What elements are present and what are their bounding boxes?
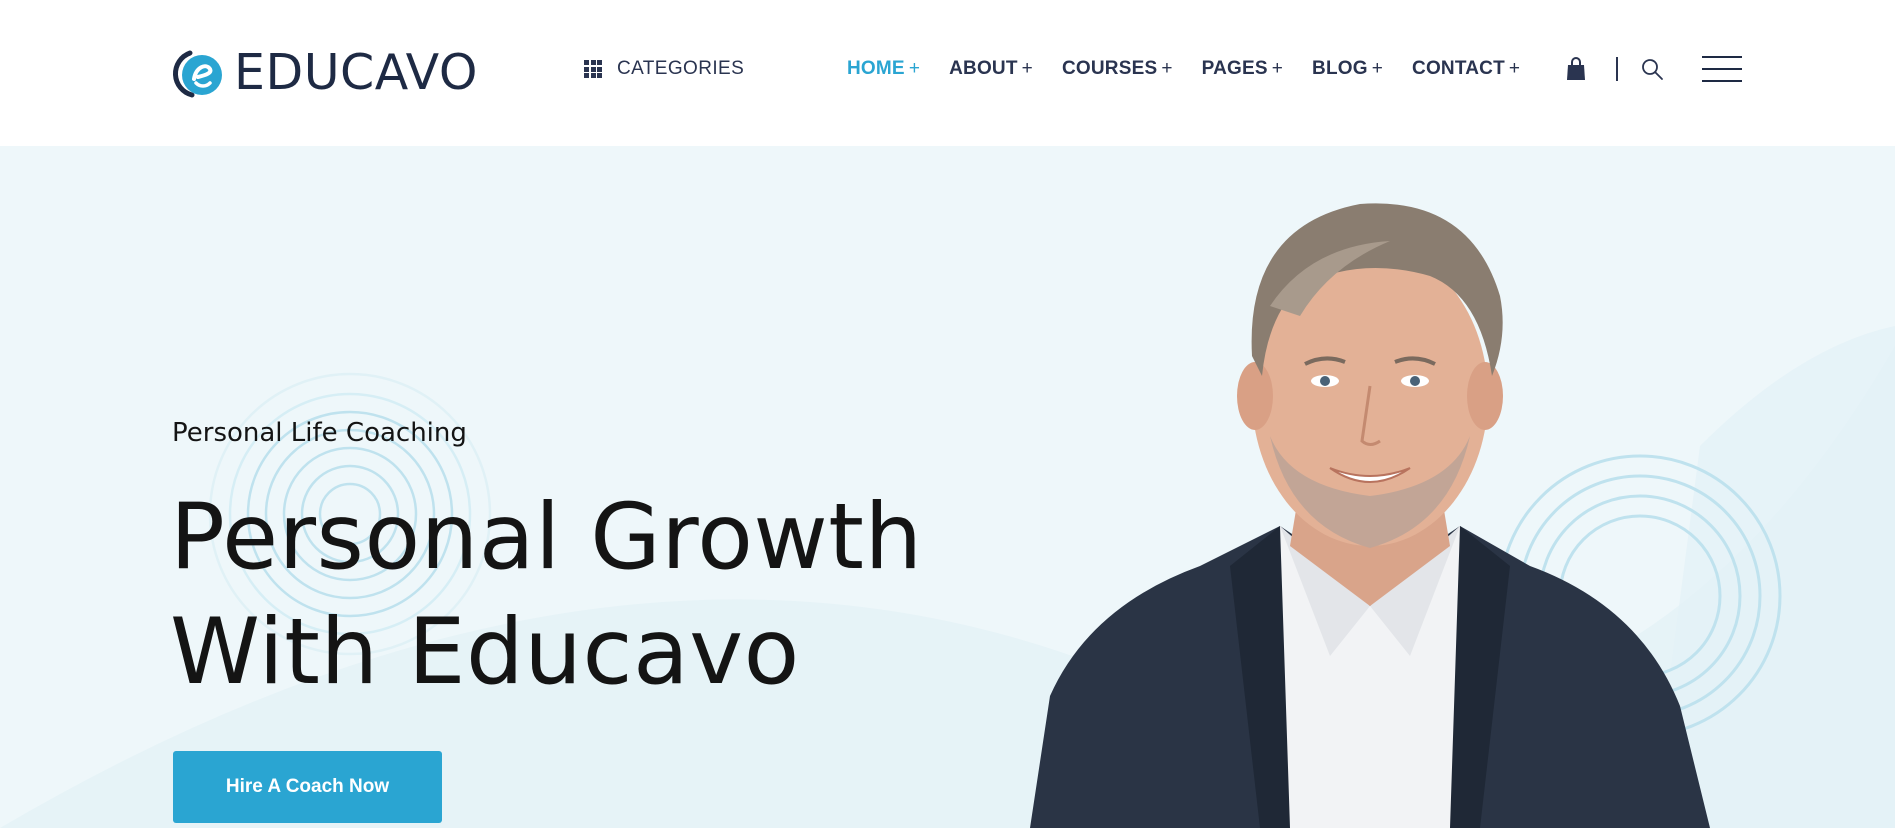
categories-label: CATEGORIES	[617, 58, 745, 79]
plus-icon: +	[1271, 58, 1284, 79]
hero-eyebrow: Personal Life Coaching	[172, 418, 467, 448]
plus-icon: +	[908, 58, 921, 79]
grid-icon	[584, 60, 602, 78]
logo-mark-icon	[172, 50, 222, 98]
plus-icon: +	[1371, 58, 1384, 79]
nav-item-label: COURSES	[1061, 58, 1158, 79]
shopping-bag-icon[interactable]	[1565, 56, 1587, 82]
plus-icon: +	[1161, 58, 1173, 79]
header-divider	[1616, 57, 1618, 81]
nav-item-home[interactable]: HOME +	[847, 58, 920, 80]
hero-section: Personal Life Coaching Personal Growth W…	[0, 146, 1895, 828]
hero-title-line-1: Personal Growth	[170, 485, 923, 590]
hero-title-line-2: With Educavo	[170, 600, 800, 705]
hero-title: Personal Growth With Educavo	[170, 480, 923, 710]
nav-item-label: HOME	[847, 58, 905, 79]
nav-item-label: CONTACT	[1412, 58, 1505, 79]
nav-item-about[interactable]: ABOUT +	[949, 58, 1033, 80]
categories-button[interactable]: CATEGORIES	[584, 58, 744, 80]
nav-item-label: ABOUT	[949, 58, 1018, 79]
hire-coach-button[interactable]: Hire A Coach Now	[173, 751, 442, 823]
search-icon[interactable]	[1640, 57, 1664, 81]
brand-name: EDUCAVO	[234, 44, 478, 101]
coach-portrait-image	[1030, 203, 1710, 828]
plus-icon: +	[1508, 58, 1521, 79]
main-nav: HOME + ABOUT + COURSES + PAGES + BLOG + …	[847, 58, 1549, 80]
nav-item-courses[interactable]: COURSES +	[1062, 58, 1173, 80]
nav-item-pages[interactable]: PAGES +	[1202, 58, 1283, 80]
brand-logo[interactable]: EDUCAVO	[172, 47, 478, 99]
hamburger-menu-icon[interactable]	[1702, 56, 1742, 82]
nav-item-label: PAGES	[1201, 58, 1268, 79]
header-actions	[1565, 56, 1742, 82]
site-header: EDUCAVO CATEGORIES HOME + ABOUT + COURSE…	[0, 0, 1895, 146]
nav-item-contact[interactable]: CONTACT +	[1412, 58, 1520, 80]
plus-icon: +	[1021, 58, 1033, 79]
nav-item-label: BLOG	[1312, 58, 1368, 79]
nav-item-blog[interactable]: BLOG +	[1312, 58, 1383, 80]
